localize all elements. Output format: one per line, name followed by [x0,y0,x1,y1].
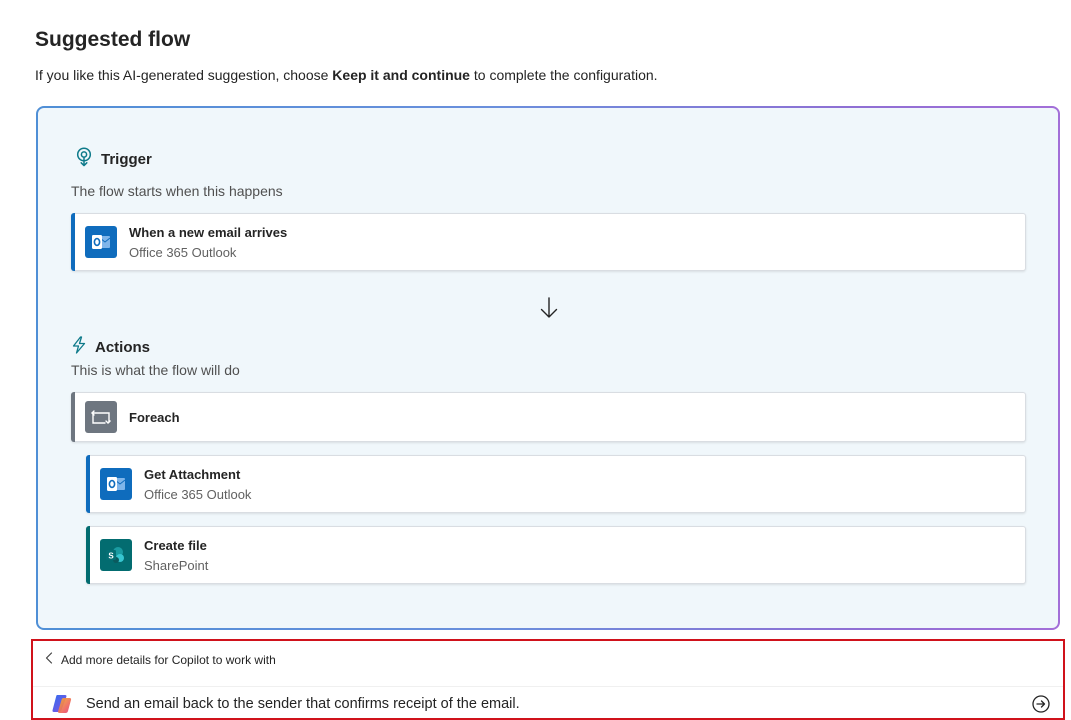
trigger-bulb-icon [75,147,93,171]
step-accent-bar [86,455,90,513]
step-connector: Office 365 Outlook [144,486,252,502]
suggested-flow-card: Trigger The flow starts when this happen… [36,106,1060,630]
send-arrow-icon[interactable] [1031,694,1051,714]
svg-text:S: S [108,552,114,561]
step-title: When a new email arrives [129,224,288,240]
trigger-heading: Trigger [75,147,152,171]
copilot-logo-icon [52,694,72,713]
step-accent-bar [71,213,75,271]
step-connector: SharePoint [144,557,209,573]
lightning-icon [71,336,87,358]
sharepoint-icon: S [100,539,132,571]
chevron-left-icon [45,652,53,667]
step-title: Create file [144,537,207,553]
trigger-heading-label: Trigger [101,150,152,168]
loop-icon [85,401,117,433]
step-create-file[interactable]: S Create file SharePoint [86,526,1026,584]
step-foreach[interactable]: Foreach [71,392,1026,442]
step-accent-bar [71,392,75,442]
actions-heading-label: Actions [95,338,151,356]
keep-it-and-continue-emphasis: Keep it and continue [332,67,470,83]
actions-subtitle: This is what the flow will do [71,362,240,378]
flow-arrow-down-icon [540,297,558,318]
back-link-label: Add more details for Copilot to work wit… [61,652,276,667]
trigger-subtitle: The flow starts when this happens [71,183,283,199]
outlook-icon [85,226,117,258]
step-title: Get Attachment [144,466,241,482]
step-connector: Office 365 Outlook [129,244,237,260]
step-get-attachment[interactable]: Get Attachment Office 365 Outlook [86,455,1026,513]
step-accent-bar [86,526,90,584]
step-title: Foreach [129,409,180,425]
add-more-details-back-link[interactable]: Add more details for Copilot to work wit… [45,652,276,667]
actions-heading: Actions [71,336,150,358]
prompt-row [33,686,1063,720]
intro-text-before: If you like this AI-generated suggestion… [35,67,333,83]
copilot-prompt-panel: Add more details for Copilot to work wit… [31,639,1065,720]
copilot-prompt-input[interactable] [86,695,1006,712]
page-title: Suggested flow [35,28,191,51]
step-when-new-email-arrives[interactable]: When a new email arrives Office 365 Outl… [71,213,1026,271]
intro-text: If you like this AI-generated suggestion… [35,67,658,83]
outlook-icon [100,468,132,500]
intro-text-after: to complete the configuration. [469,67,658,83]
